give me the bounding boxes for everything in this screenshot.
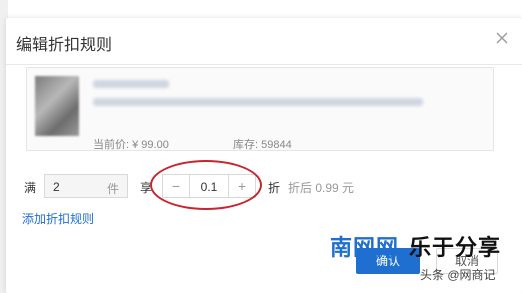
close-icon[interactable]: [494, 30, 510, 46]
price-after-discount: 折后 0.99 元: [288, 181, 355, 195]
watermark-logo-a: 南网网: [330, 236, 400, 261]
quantity-field[interactable]: 2 件: [44, 174, 128, 198]
discount-value[interactable]: 0.1: [189, 180, 229, 194]
plus-icon[interactable]: +: [228, 175, 255, 197]
stock-count: 库存: 59844: [233, 139, 292, 151]
watermark-logo: 南网网 乐于分享: [330, 230, 501, 262]
product-title-redacted: [93, 98, 423, 106]
rule-mid-label: 享: [140, 181, 153, 195]
rule-suffix: 折: [268, 181, 281, 195]
discount-stepper[interactable]: − 0.1 +: [162, 174, 256, 198]
discount-rule-row: 满 2 件 享 − 0.1 + 折 折后 0.99 元: [24, 174, 504, 198]
watermark-logo-b: 乐于分享: [409, 236, 502, 261]
product-card: 当前价: ¥ 99.00 库存: 59844: [26, 67, 494, 151]
quantity-unit: 件: [106, 182, 119, 196]
add-discount-rule-link[interactable]: 添加折扣规则: [22, 210, 94, 227]
watermark-caption: 头条 @网商记: [420, 268, 496, 282]
rule-prefix: 满: [24, 181, 37, 195]
quantity-value: 2: [53, 180, 60, 194]
minus-icon[interactable]: −: [163, 175, 190, 197]
dialog-title: 编辑折扣规则: [16, 37, 113, 54]
product-id-redacted: [93, 80, 169, 88]
product-thumbnail: [35, 76, 79, 136]
current-price: 当前价: ¥ 99.00: [93, 139, 169, 151]
dialog-header: 编辑折扣规则: [6, 18, 522, 65]
